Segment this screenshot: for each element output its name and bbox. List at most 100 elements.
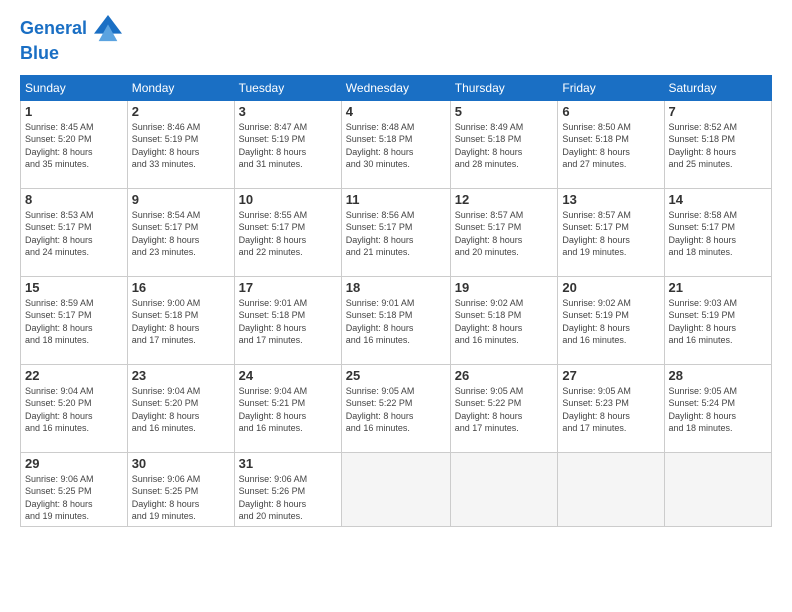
day-cell: 19 Sunrise: 9:02 AMSunset: 5:18 PMDayligh…: [450, 276, 558, 364]
logo: General Blue: [20, 15, 122, 65]
day-cell: 11 Sunrise: 8:56 AMSunset: 5:17 PMDayligh…: [341, 188, 450, 276]
calendar-table: SundayMondayTuesdayWednesdayThursdayFrid…: [20, 75, 772, 527]
day-number: 3: [239, 104, 337, 119]
day-number: 24: [239, 368, 337, 383]
day-cell: [450, 452, 558, 526]
day-cell: 20Sunrise: 9:02 AMSunset: 5:19 PMDayligh…: [558, 276, 664, 364]
day-info: Sunrise: 8:53 AMSunset: 5:17 PMDaylight:…: [25, 210, 94, 258]
day-cell: 4Sunrise: 8:48 AMSunset: 5:18 PMDaylight…: [341, 100, 450, 188]
day-cell: 16 Sunrise: 9:00 AMSunset: 5:18 PMDayligh…: [127, 276, 234, 364]
day-info: Sunrise: 9:05 AMSunset: 5:23 PMDaylight:…: [562, 386, 631, 434]
day-number: 1: [25, 104, 123, 119]
week-row-1: 1Sunrise: 8:45 AMSunset: 5:20 PMDaylight…: [21, 100, 772, 188]
weekday-header-row: SundayMondayTuesdayWednesdayThursdayFrid…: [21, 75, 772, 100]
weekday-friday: Friday: [558, 75, 664, 100]
day-number: 5: [455, 104, 554, 119]
day-number: 30: [132, 456, 230, 471]
day-number: 22: [25, 368, 123, 383]
logo-icon: [94, 15, 122, 43]
day-info: Sunrise: 9:06 AMSunset: 5:25 PMDaylight:…: [132, 474, 201, 522]
day-number: 23: [132, 368, 230, 383]
day-info: Sunrise: 9:06 AMSunset: 5:25 PMDaylight:…: [25, 474, 94, 522]
day-info: Sunrise: 8:59 AMSunset: 5:17 PMDaylight:…: [25, 298, 94, 346]
day-cell: 22 Sunrise: 9:04 AMSunset: 5:20 PMDayligh…: [21, 364, 128, 452]
day-info: Sunrise: 9:06 AMSunset: 5:26 PMDaylight:…: [239, 474, 308, 522]
day-number: 29: [25, 456, 123, 471]
day-info: Sunrise: 9:05 AMSunset: 5:22 PMDaylight:…: [455, 386, 524, 434]
day-info: Sunrise: 8:47 AMSunset: 5:19 PMDaylight:…: [239, 122, 308, 170]
day-info: Sunrise: 8:57 AMSunset: 5:17 PMDaylight:…: [562, 210, 631, 258]
day-cell: 31 Sunrise: 9:06 AMSunset: 5:26 PMDayligh…: [234, 452, 341, 526]
header: General Blue: [20, 15, 772, 65]
day-cell: 15 Sunrise: 8:59 AMSunset: 5:17 PMDayligh…: [21, 276, 128, 364]
day-info: Sunrise: 9:01 AMSunset: 5:18 PMDaylight:…: [239, 298, 308, 346]
day-cell: 2Sunrise: 8:46 AMSunset: 5:19 PMDaylight…: [127, 100, 234, 188]
day-number: 8: [25, 192, 123, 207]
day-cell: 25 Sunrise: 9:05 AMSunset: 5:22 PMDayligh…: [341, 364, 450, 452]
day-number: 15: [25, 280, 123, 295]
day-info: Sunrise: 8:52 AMSunset: 5:18 PMDaylight:…: [669, 122, 738, 170]
day-number: 25: [346, 368, 446, 383]
weekday-wednesday: Wednesday: [341, 75, 450, 100]
day-number: 28: [669, 368, 768, 383]
day-cell: 3 Sunrise: 8:47 AMSunset: 5:19 PMDaylight…: [234, 100, 341, 188]
week-row-2: 8 Sunrise: 8:53 AMSunset: 5:17 PMDaylight…: [21, 188, 772, 276]
day-cell: 12 Sunrise: 8:57 AMSunset: 5:17 PMDayligh…: [450, 188, 558, 276]
day-number: 17: [239, 280, 337, 295]
day-info: Sunrise: 9:04 AMSunset: 5:20 PMDaylight:…: [132, 386, 201, 434]
weekday-tuesday: Tuesday: [234, 75, 341, 100]
day-number: 27: [562, 368, 659, 383]
day-info: Sunrise: 9:05 AMSunset: 5:22 PMDaylight:…: [346, 386, 415, 434]
day-cell: 14 Sunrise: 8:58 AMSunset: 5:17 PMDayligh…: [664, 188, 772, 276]
weekday-thursday: Thursday: [450, 75, 558, 100]
day-info: Sunrise: 9:04 AMSunset: 5:20 PMDaylight:…: [25, 386, 94, 434]
day-number: 12: [455, 192, 554, 207]
day-number: 31: [239, 456, 337, 471]
day-cell: 13 Sunrise: 8:57 AMSunset: 5:17 PMDayligh…: [558, 188, 664, 276]
weekday-sunday: Sunday: [21, 75, 128, 100]
day-cell: 24Sunrise: 9:04 AMSunset: 5:21 PMDayligh…: [234, 364, 341, 452]
day-number: 6: [562, 104, 659, 119]
day-info: Sunrise: 8:49 AMSunset: 5:18 PMDaylight:…: [455, 122, 524, 170]
day-cell: 17 Sunrise: 9:01 AMSunset: 5:18 PMDayligh…: [234, 276, 341, 364]
day-number: 13: [562, 192, 659, 207]
day-info: Sunrise: 9:01 AMSunset: 5:18 PMDaylight:…: [346, 298, 415, 346]
day-info: Sunrise: 8:54 AMSunset: 5:17 PMDaylight:…: [132, 210, 201, 258]
weekday-saturday: Saturday: [664, 75, 772, 100]
day-cell: 27 Sunrise: 9:05 AMSunset: 5:23 PMDayligh…: [558, 364, 664, 452]
day-number: 14: [669, 192, 768, 207]
day-cell: 30 Sunrise: 9:06 AMSunset: 5:25 PMDayligh…: [127, 452, 234, 526]
day-info: Sunrise: 9:00 AMSunset: 5:18 PMDaylight:…: [132, 298, 201, 346]
day-cell: 26 Sunrise: 9:05 AMSunset: 5:22 PMDayligh…: [450, 364, 558, 452]
week-row-3: 15 Sunrise: 8:59 AMSunset: 5:17 PMDayligh…: [21, 276, 772, 364]
page: General Blue SundayMondayTuesdayWednesda…: [0, 0, 792, 612]
day-cell: 5 Sunrise: 8:49 AMSunset: 5:18 PMDaylight…: [450, 100, 558, 188]
day-info: Sunrise: 9:02 AMSunset: 5:18 PMDaylight:…: [455, 298, 524, 346]
weekday-monday: Monday: [127, 75, 234, 100]
day-info: Sunrise: 8:50 AMSunset: 5:18 PMDaylight:…: [562, 122, 631, 170]
day-number: 11: [346, 192, 446, 207]
logo-text: General: [20, 15, 122, 43]
day-number: 26: [455, 368, 554, 383]
day-number: 19: [455, 280, 554, 295]
day-cell: [664, 452, 772, 526]
day-number: 21: [669, 280, 768, 295]
day-cell: 1Sunrise: 8:45 AMSunset: 5:20 PMDaylight…: [21, 100, 128, 188]
day-cell: [341, 452, 450, 526]
day-cell: 23 Sunrise: 9:04 AMSunset: 5:20 PMDayligh…: [127, 364, 234, 452]
day-info: Sunrise: 8:55 AMSunset: 5:17 PMDaylight:…: [239, 210, 308, 258]
day-number: 16: [132, 280, 230, 295]
day-info: Sunrise: 8:56 AMSunset: 5:17 PMDaylight:…: [346, 210, 415, 258]
day-cell: [558, 452, 664, 526]
day-info: Sunrise: 9:05 AMSunset: 5:24 PMDaylight:…: [669, 386, 738, 434]
day-number: 7: [669, 104, 768, 119]
day-number: 4: [346, 104, 446, 119]
day-info: Sunrise: 8:57 AMSunset: 5:17 PMDaylight:…: [455, 210, 524, 258]
day-info: Sunrise: 8:58 AMSunset: 5:17 PMDaylight:…: [669, 210, 738, 258]
day-info: Sunrise: 9:03 AMSunset: 5:19 PMDaylight:…: [669, 298, 738, 346]
day-cell: 21 Sunrise: 9:03 AMSunset: 5:19 PMDayligh…: [664, 276, 772, 364]
logo-blue: Blue: [20, 43, 122, 65]
week-row-5: 29 Sunrise: 9:06 AMSunset: 5:25 PMDayligh…: [21, 452, 772, 526]
logo-general: General: [20, 18, 87, 38]
day-cell: 10Sunrise: 8:55 AMSunset: 5:17 PMDayligh…: [234, 188, 341, 276]
